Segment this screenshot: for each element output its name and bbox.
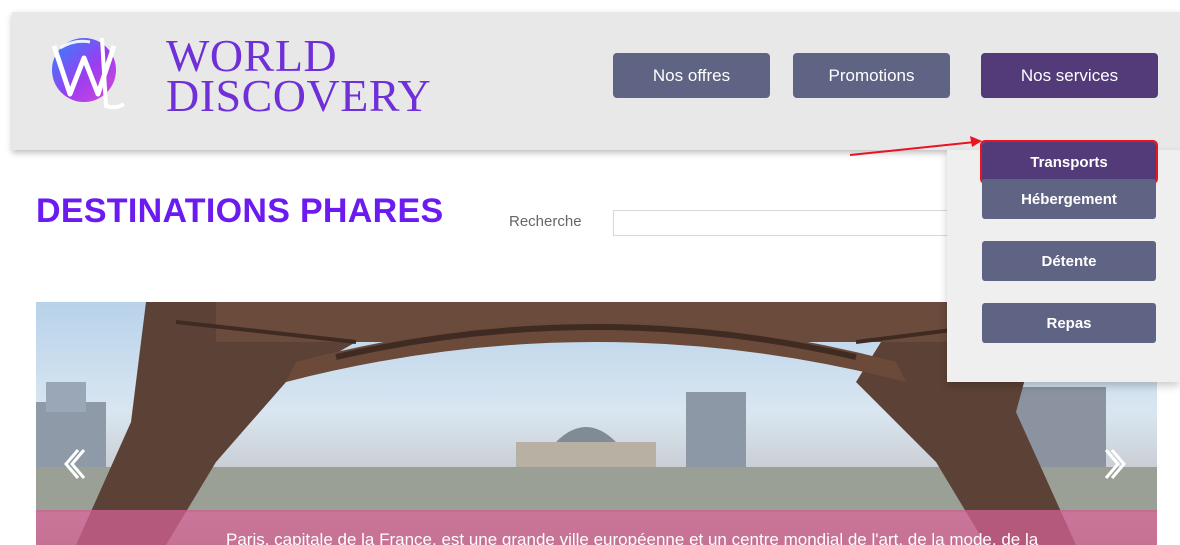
header: WORLD DISCOVERY Nos offres Promotions No… bbox=[12, 12, 1180, 150]
dropdown-item-transports[interactable]: Transports bbox=[980, 140, 1158, 184]
services-dropdown-menu: Transports Hébergement Détente Repas bbox=[947, 140, 1180, 382]
logo-text[interactable]: WORLD DISCOVERY bbox=[166, 33, 432, 121]
dropdown-item-detente[interactable]: Détente bbox=[982, 241, 1156, 281]
chevron-right-icon[interactable] bbox=[1102, 444, 1132, 484]
page-title: DESTINATIONS PHARES bbox=[36, 192, 444, 230]
chevron-left-icon[interactable] bbox=[58, 444, 88, 484]
logo-icon[interactable] bbox=[46, 28, 126, 112]
logo-line-discovery: DISCOVERY bbox=[166, 70, 432, 121]
search-input[interactable] bbox=[613, 210, 953, 236]
carousel-caption: Paris, capitale de la France, est une gr… bbox=[226, 530, 1039, 545]
promotions-button[interactable]: Promotions bbox=[793, 53, 950, 98]
nos-offres-button[interactable]: Nos offres bbox=[613, 53, 770, 98]
dropdown-item-hebergement[interactable]: Hébergement bbox=[982, 179, 1156, 219]
dropdown-item-repas[interactable]: Repas bbox=[982, 303, 1156, 343]
nos-services-button[interactable]: Nos services bbox=[981, 53, 1158, 98]
search-label: Recherche bbox=[509, 213, 582, 230]
